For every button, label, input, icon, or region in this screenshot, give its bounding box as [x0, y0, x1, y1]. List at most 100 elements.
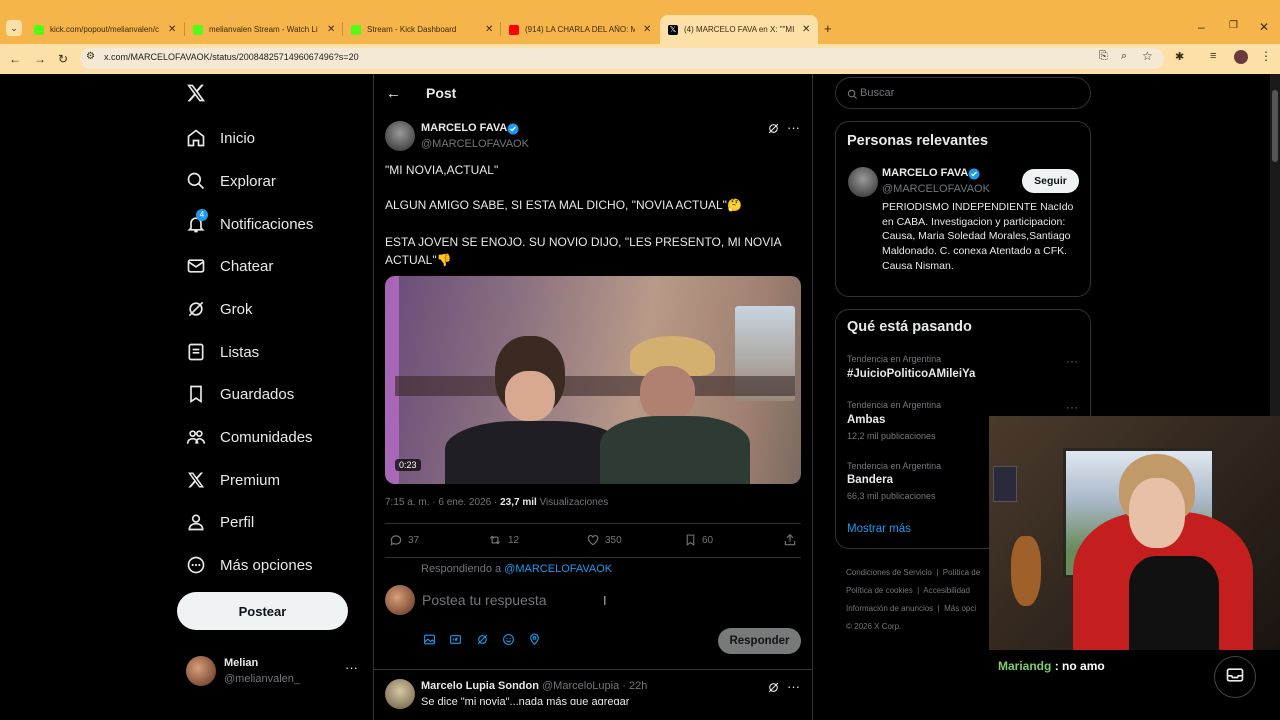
reply-author-avatar[interactable]	[385, 679, 415, 709]
browser-tab-2[interactable]: melianvalen Stream - Watch Li ✕	[185, 15, 341, 44]
video-person2-face	[640, 366, 695, 421]
browser-tab-4[interactable]: (914) LA CHARLA DEL AÑO: MI ✕	[501, 15, 657, 44]
site-info-icon[interactable]: ⚙	[86, 51, 95, 62]
location-icon[interactable]	[528, 633, 541, 651]
media-icon[interactable]	[423, 633, 436, 651]
video-person-body	[445, 421, 625, 484]
close-tab-icon[interactable]: ✕	[168, 24, 176, 35]
browser-tab-5-active[interactable]: 𝕏 (4) MARCELO FAVA en X: ""MI N ✕	[660, 15, 818, 44]
x-logo-icon[interactable]	[186, 83, 206, 108]
sidebar-item-mas-opciones[interactable]: Más opciones	[185, 550, 313, 580]
reply-text: Se dice "mi novia"...nada más que agrega…	[421, 696, 630, 705]
more-horizontal-icon[interactable]: ···	[1066, 400, 1078, 414]
show-more-link[interactable]: Mostrar más	[847, 523, 911, 535]
more-horizontal-icon[interactable]: ···	[787, 679, 800, 694]
close-tab-icon[interactable]: ✕	[643, 24, 651, 35]
tweet-timestamp[interactable]: 7:15 a. m. · 6 ene. 2026 ·	[385, 497, 497, 508]
sidebar-item-comunidades[interactable]: Comunidades	[185, 422, 313, 452]
sidebar-item-explorar[interactable]: Explorar	[185, 166, 276, 196]
bookmark-star-icon[interactable]: ☆	[1142, 49, 1153, 63]
views-label: Visualizaciones	[539, 497, 609, 508]
trend-item[interactable]: Tendencia en Argentina #JuicioPoliticoAM…	[836, 350, 1090, 386]
profile-avatar-icon[interactable]	[1234, 50, 1248, 64]
footer-link[interactable]: Política de	[943, 568, 980, 577]
author-handle[interactable]: @MARCELOFAVAOK	[421, 138, 529, 150]
forward-icon[interactable]: →	[34, 52, 46, 66]
gif-icon[interactable]	[449, 633, 462, 651]
webcam-face	[1129, 478, 1185, 548]
sidebar-item-grok[interactable]: Grok	[185, 294, 253, 324]
browser-tab-bar: ⌄ kick.com/popout/melianvalen/c ✕ melian…	[0, 0, 1280, 44]
account-name: Melian	[224, 657, 259, 669]
reply-author-name[interactable]: Marcelo Lupia Sondon	[421, 680, 539, 692]
footer-link[interactable]: Más opci	[944, 604, 976, 613]
replying-to: Respondiendo a @MARCELOFAVAOK	[421, 563, 613, 575]
more-horizontal-icon[interactable]: ···	[787, 120, 800, 135]
tweet-video[interactable]: 0:23	[385, 276, 801, 484]
relevant-handle[interactable]: @MARCELOFAVAOK	[882, 183, 990, 195]
maximize-icon[interactable]: ❐	[1229, 20, 1238, 31]
tab-search-icon[interactable]: ⌄	[6, 20, 22, 36]
reply-author-handle[interactable]: @MarceloLupia	[542, 680, 619, 692]
reply-action[interactable]: 37	[389, 533, 419, 547]
browser-menu-icon[interactable]: ⋮	[1260, 49, 1272, 63]
back-arrow-icon[interactable]: ←	[386, 85, 401, 102]
author-avatar[interactable]	[385, 121, 415, 151]
sidebar-item-inicio[interactable]: Inicio	[185, 123, 255, 153]
footer-link[interactable]: Información de anuncios	[846, 604, 933, 613]
reload-icon[interactable]: ↻	[58, 52, 68, 66]
install-app-icon[interactable]: ⎘	[1099, 50, 1108, 63]
close-tab-icon[interactable]: ✕	[485, 24, 493, 35]
account-switcher[interactable]: Melian @melianvalen_ ···	[177, 650, 372, 692]
list-icon	[185, 341, 207, 363]
browser-tab-3[interactable]: Stream - Kick Dashboard ✕	[343, 15, 499, 44]
like-action[interactable]: 350	[586, 533, 622, 547]
sidebar-item-listas[interactable]: Listas	[185, 337, 259, 367]
video-duration: 0:23	[395, 459, 421, 471]
sidebar-item-guardados[interactable]: Guardados	[185, 379, 294, 409]
back-icon[interactable]: ←	[9, 52, 21, 66]
relevant-bio: PERIODISMO INDEPENDIENTE NacIdo en CABA.…	[882, 201, 1074, 272]
close-tab-icon[interactable]: ✕	[802, 24, 810, 35]
share-action[interactable]	[783, 533, 802, 547]
sidebar-item-notificaciones[interactable]: 4 Notificaciones	[185, 209, 313, 239]
retweet-action[interactable]: 12	[487, 533, 519, 547]
browser-tab-1[interactable]: kick.com/popout/melianvalen/c ✕	[26, 15, 182, 44]
footer-link[interactable]: Política de cookies	[846, 586, 913, 595]
media-icon[interactable]: ≡	[1210, 50, 1216, 62]
responder-button[interactable]: Responder	[718, 628, 801, 654]
postear-button[interactable]: Postear	[177, 592, 348, 630]
replying-to-handle[interactable]: @MARCELOFAVAOK	[504, 563, 612, 575]
sidebar-item-chatear[interactable]: Chatear	[185, 251, 273, 281]
seguir-button[interactable]: Seguir	[1022, 169, 1079, 193]
messages-fab[interactable]	[1214, 656, 1256, 698]
minimize-icon[interactable]: –	[1198, 20, 1205, 34]
more-horizontal-icon[interactable]: ···	[345, 660, 358, 675]
extensions-icon[interactable]: ✱	[1175, 50, 1184, 63]
footer-link[interactable]: Accesibilidad	[923, 586, 970, 595]
grok-explain-icon[interactable]	[767, 122, 780, 140]
reply-time[interactable]: · 22h	[622, 680, 647, 692]
more-horizontal-icon[interactable]: ···	[1066, 354, 1078, 368]
relevant-name[interactable]: MARCELO FAVA	[882, 167, 968, 179]
text-cursor-icon: I	[603, 593, 607, 608]
author-name[interactable]: MARCELO FAVA	[421, 122, 507, 134]
bookmark-action[interactable]: 60	[684, 533, 713, 547]
sidebar-item-perfil[interactable]: Perfil	[185, 507, 254, 537]
search-input[interactable]: Buscar	[835, 77, 1091, 109]
window-close-icon[interactable]: ✕	[1259, 20, 1269, 34]
relevant-avatar[interactable]	[848, 167, 878, 197]
copyright: © 2026 X Corp.	[846, 622, 902, 631]
grok-icon[interactable]	[476, 633, 489, 651]
sidebar-item-premium[interactable]: Premium	[185, 465, 280, 495]
footer-link[interactable]: Condiciones de Servicio	[846, 568, 932, 577]
close-tab-icon[interactable]: ✕	[327, 24, 335, 35]
emoji-icon[interactable]	[502, 633, 515, 651]
tweet-meta: 7:15 a. m. · 6 ene. 2026 · 23,7 mil Visu…	[385, 497, 608, 508]
scrollbar-thumb[interactable]	[1272, 90, 1278, 162]
new-tab-icon[interactable]: +	[824, 21, 832, 36]
grok-explain-icon[interactable]	[767, 681, 780, 699]
zoom-icon[interactable]: ⌕	[1121, 50, 1127, 63]
reply-input[interactable]: Postea tu respuesta	[422, 592, 782, 608]
my-avatar	[385, 585, 415, 615]
